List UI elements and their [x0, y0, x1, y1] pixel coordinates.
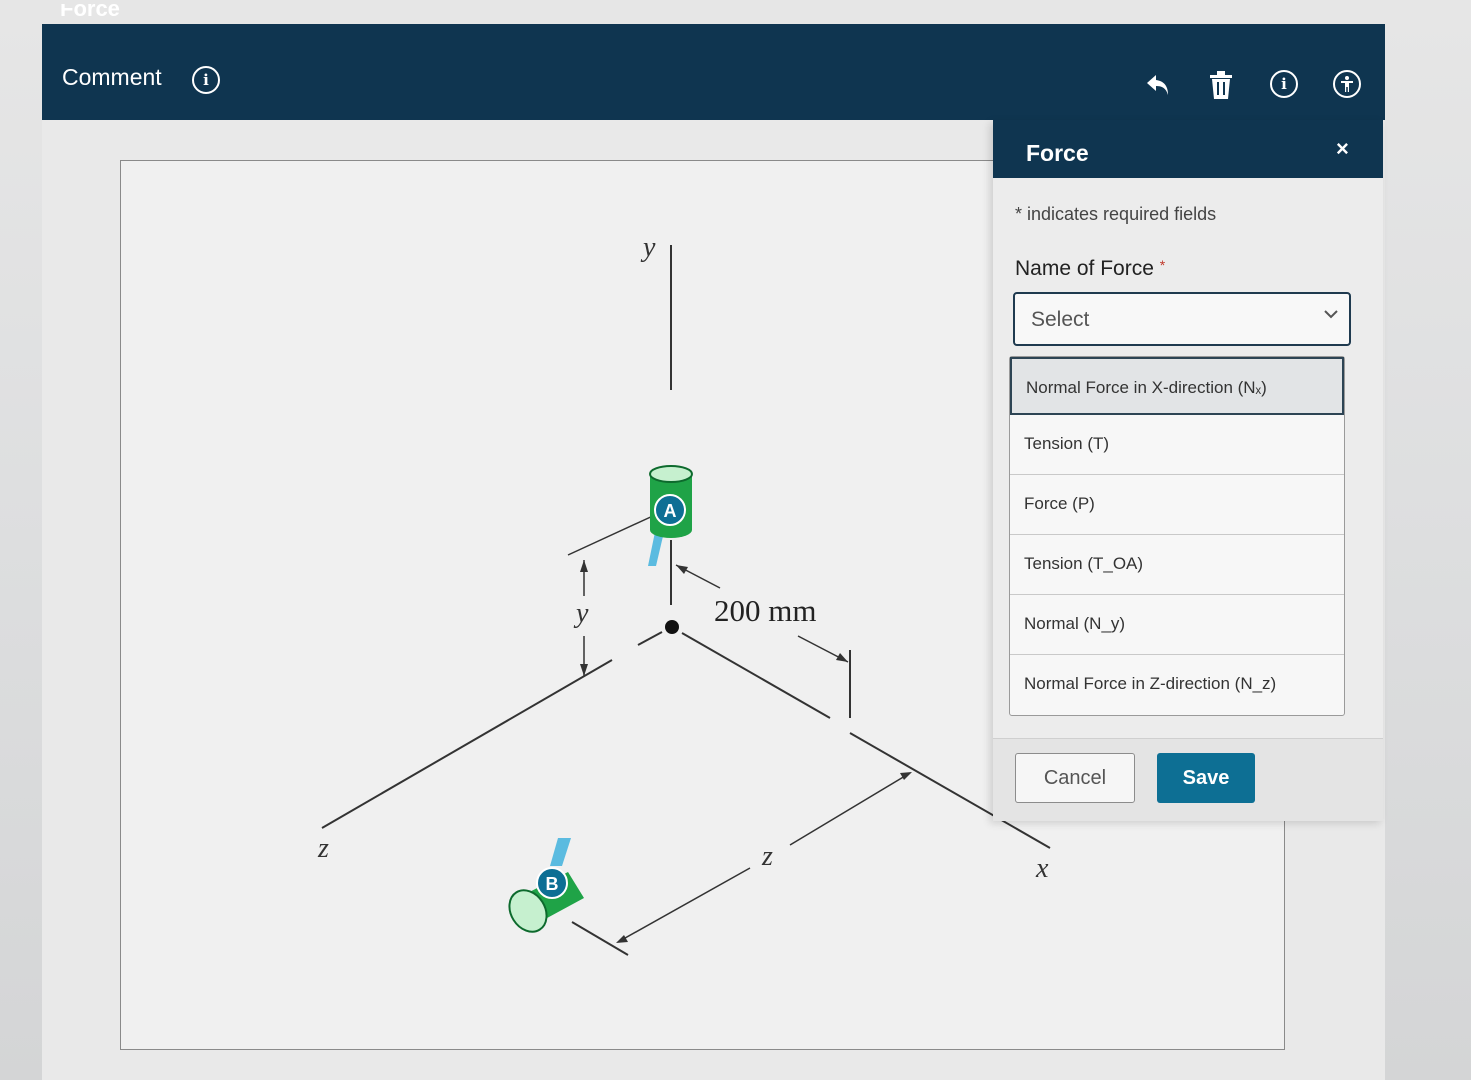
dimension-z: z — [761, 841, 773, 872]
x-axis-label: x — [1035, 853, 1049, 884]
dialog-header: Force × — [993, 120, 1383, 178]
option-label: Normal Force in Z-direction (N_z) — [1024, 674, 1277, 693]
point-b-label: B — [546, 874, 559, 894]
dialog-footer: Cancel Save — [993, 738, 1383, 821]
z-axis-label: z — [317, 833, 329, 864]
dimension-200mm: 200 mm — [714, 593, 816, 628]
dimension-y: y — [573, 598, 589, 629]
option-tension-toa[interactable]: Tension (T_OA) — [1010, 535, 1344, 595]
required-note: * indicates required fields — [1015, 204, 1217, 224]
option-tension-t[interactable]: Tension (T) — [1010, 415, 1344, 475]
option-label: Normal Force in X-direction (Nₓ) — [1026, 378, 1267, 397]
force-options-list: Normal Force in X-direction (Nₓ) Tension… — [1009, 356, 1345, 716]
field-label-text: Name of Force — [1015, 257, 1154, 280]
select-value: Select — [1031, 308, 1090, 331]
force-select[interactable]: Select — [1013, 292, 1351, 346]
option-label: Tension (T) — [1024, 434, 1110, 453]
option-label: Force (P) — [1024, 494, 1095, 513]
dialog-title: Force — [1026, 140, 1089, 166]
save-button[interactable]: Save — [1157, 753, 1255, 803]
option-normal-ny[interactable]: Normal (N_y) — [1010, 595, 1344, 655]
point-a-label: A — [664, 501, 677, 521]
cancel-button[interactable]: Cancel — [1015, 753, 1135, 803]
option-normal-force-x[interactable]: Normal Force in X-direction (Nₓ) — [1010, 357, 1344, 415]
close-icon[interactable]: × — [1336, 136, 1349, 162]
option-label: Normal (N_y) — [1024, 614, 1126, 633]
chevron-down-icon — [1323, 306, 1339, 324]
option-force-p[interactable]: Force (P) — [1010, 475, 1344, 535]
force-dialog: Force × * indicates required fields Name… — [993, 120, 1383, 821]
required-star: * — [1159, 257, 1166, 273]
name-of-force-label: Name of Force * — [1015, 257, 1165, 281]
y-axis-label: y — [640, 232, 656, 263]
option-normal-force-z[interactable]: Normal Force in Z-direction (N_z) — [1010, 655, 1344, 715]
option-label: Tension (T_OA) — [1024, 554, 1144, 573]
